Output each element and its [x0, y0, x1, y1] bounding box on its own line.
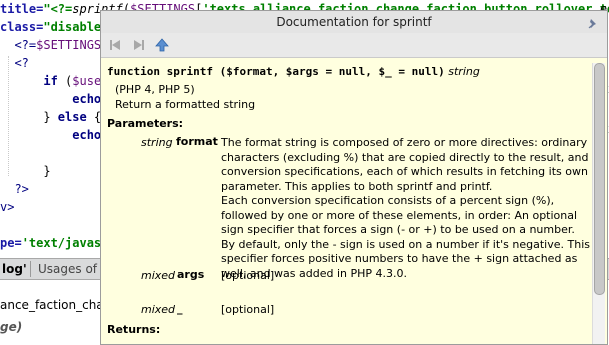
- code-token: else: [57, 110, 94, 124]
- param-description: [optional]: [221, 269, 275, 282]
- code-line: class="disable: [0, 18, 101, 36]
- code-token: <?: [0, 56, 29, 70]
- returns-header: Returns:: [107, 323, 161, 336]
- code-line: }: [0, 162, 51, 180]
- summary: Return a formatted string: [115, 98, 256, 111]
- param-type: mixed: [141, 269, 176, 282]
- code-token: $SETTINGS: [36, 38, 102, 52]
- code-line: v>: [0, 198, 14, 216]
- code-line: pe='text/javascr: [0, 234, 116, 252]
- code-token: pe=: [0, 236, 22, 250]
- code-line: if ($user: [0, 72, 108, 90]
- tab-divider: [30, 261, 31, 277]
- documentation-popup: Documentation for sprintf function sprin…: [100, 10, 608, 345]
- code-line: echo: [0, 126, 101, 144]
- popup-toolbar: [101, 33, 607, 58]
- up-arrow-icon[interactable]: [153, 36, 171, 54]
- code-token: class=: [0, 20, 44, 34]
- param-desc-text-2: Each conversion specification consists o…: [221, 194, 590, 280]
- param-name: _: [177, 302, 183, 315]
- doc-scrollbar[interactable]: [592, 63, 605, 344]
- code-token: echo: [0, 128, 102, 142]
- forward-arrow-icon[interactable]: [129, 36, 147, 54]
- code-line: <?: [0, 54, 29, 72]
- popup-title-bar[interactable]: Documentation for sprintf: [101, 11, 607, 34]
- code-token: if: [0, 74, 66, 88]
- param-type: string: [141, 136, 173, 149]
- php-version: (PHP 4, PHP 5): [115, 83, 195, 96]
- code-token: echo: [0, 92, 102, 106]
- code-token: ?>: [0, 182, 29, 196]
- parameters-header: Parameters:: [107, 117, 184, 130]
- pin-icon[interactable]: [587, 15, 599, 29]
- back-arrow-icon[interactable]: [107, 36, 125, 54]
- code-token: <?=: [0, 38, 37, 52]
- function-signature: function sprintf ($format, $args = null,…: [107, 65, 480, 78]
- code-token: "<?=: [43, 2, 73, 16]
- code-token: title=: [0, 2, 44, 16]
- param-name: args: [177, 268, 205, 281]
- return-type: string: [448, 65, 480, 78]
- popup-title: Documentation for sprintf: [276, 15, 432, 29]
- usage-result-detail: ge): [0, 320, 23, 334]
- code-line: ?>: [0, 180, 29, 198]
- code-line: } else {: [0, 108, 101, 126]
- code-line: <?=$SETTINGS[: [0, 36, 108, 54]
- code-line: echo: [0, 90, 101, 108]
- param-name: format: [176, 135, 218, 148]
- code-token: }: [0, 164, 51, 178]
- doc-content: function sprintf ($format, $args = null,…: [105, 63, 590, 344]
- param-type: mixed: [141, 303, 176, 316]
- code-token: }: [0, 110, 58, 124]
- code-token: "disable: [43, 20, 102, 34]
- tab-usages[interactable]: Usages of l: [38, 261, 104, 277]
- param-description: The format string is composed of zero or…: [221, 136, 590, 281]
- param-description: [optional]: [221, 303, 275, 316]
- code-token: v>: [0, 200, 15, 214]
- scrollbar-thumb[interactable]: [594, 63, 605, 295]
- tab-log[interactable]: log': [2, 261, 27, 277]
- param-desc-text: The format string is composed of zero or…: [221, 136, 589, 193]
- signature-code: function sprintf ($format, $args = null,…: [107, 65, 445, 78]
